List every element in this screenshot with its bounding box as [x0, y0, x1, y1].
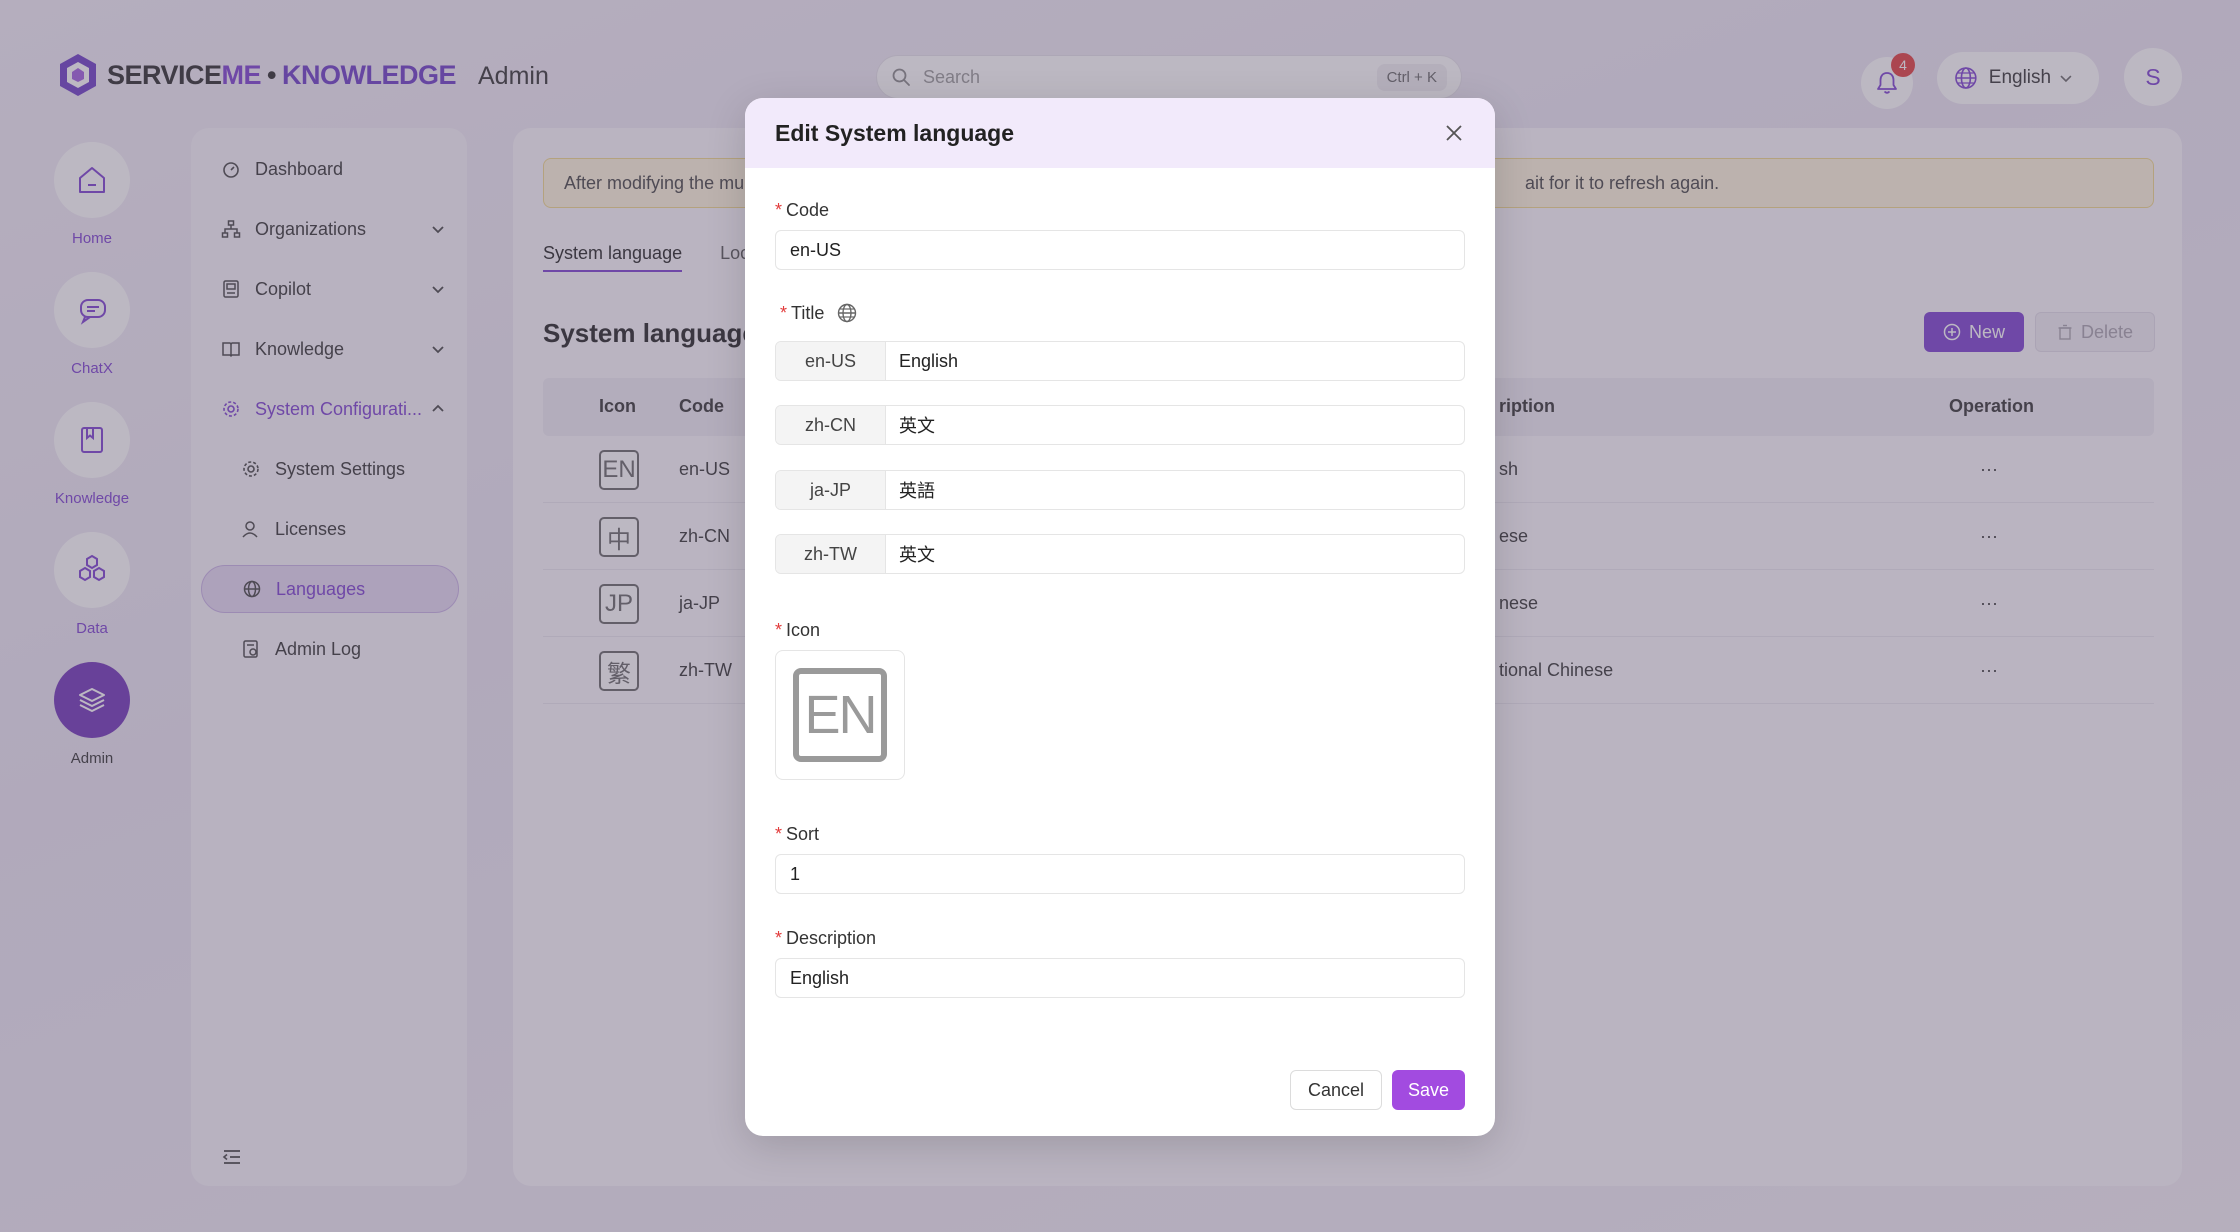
title-label-text: Title: [791, 302, 825, 323]
required-mark: *: [775, 200, 783, 220]
title-value[interactable]: 英文: [886, 406, 1464, 444]
title-input-en-us[interactable]: en-US English: [775, 341, 1465, 381]
locale-addon: zh-CN: [776, 406, 886, 444]
required-mark: *: [775, 928, 783, 948]
title-input-ja-jp[interactable]: ja-JP 英語: [775, 470, 1465, 510]
description-label-text: Description: [786, 928, 877, 948]
title-value[interactable]: English: [886, 342, 1464, 380]
sort-label: * Sort: [775, 824, 819, 845]
locale-addon: zh-TW: [776, 535, 886, 573]
globe-icon[interactable]: [836, 302, 858, 324]
en-language-icon: EN: [793, 668, 887, 762]
close-icon[interactable]: [1443, 122, 1465, 144]
description-label: * Description: [775, 928, 876, 949]
locale-addon: en-US: [776, 342, 886, 380]
edit-language-dialog: Edit System language * Code en-US * Titl…: [745, 98, 1495, 1136]
locale-addon: ja-JP: [776, 471, 886, 509]
title-input-zh-tw[interactable]: zh-TW 英文: [775, 534, 1465, 574]
save-button[interactable]: Save: [1392, 1070, 1465, 1110]
dialog-title: Edit System language: [775, 119, 1015, 146]
title-input-zh-cn[interactable]: zh-CN 英文: [775, 405, 1465, 445]
required-mark: *: [775, 824, 783, 844]
icon-label-text: Icon: [786, 620, 821, 640]
code-label: * Code: [775, 200, 829, 221]
icon-upload[interactable]: EN: [775, 650, 905, 780]
required-mark: *: [780, 302, 788, 323]
sort-input[interactable]: 1: [775, 854, 1465, 894]
title-label: * Title: [780, 302, 858, 324]
cancel-button[interactable]: Cancel: [1290, 1070, 1382, 1110]
title-value[interactable]: 英語: [886, 471, 1464, 509]
icon-label: * Icon: [775, 620, 820, 641]
code-input[interactable]: en-US: [775, 230, 1465, 270]
required-mark: *: [775, 620, 783, 640]
dialog-header: Edit System language: [745, 98, 1495, 168]
app-root: SERVICEME • KNOWLEDGE Admin Search Ctrl + …: [0, 0, 2240, 1232]
description-input[interactable]: English: [775, 958, 1465, 998]
sort-label-text: Sort: [786, 824, 820, 844]
title-value[interactable]: 英文: [886, 535, 1464, 573]
code-label-text: Code: [786, 200, 830, 220]
